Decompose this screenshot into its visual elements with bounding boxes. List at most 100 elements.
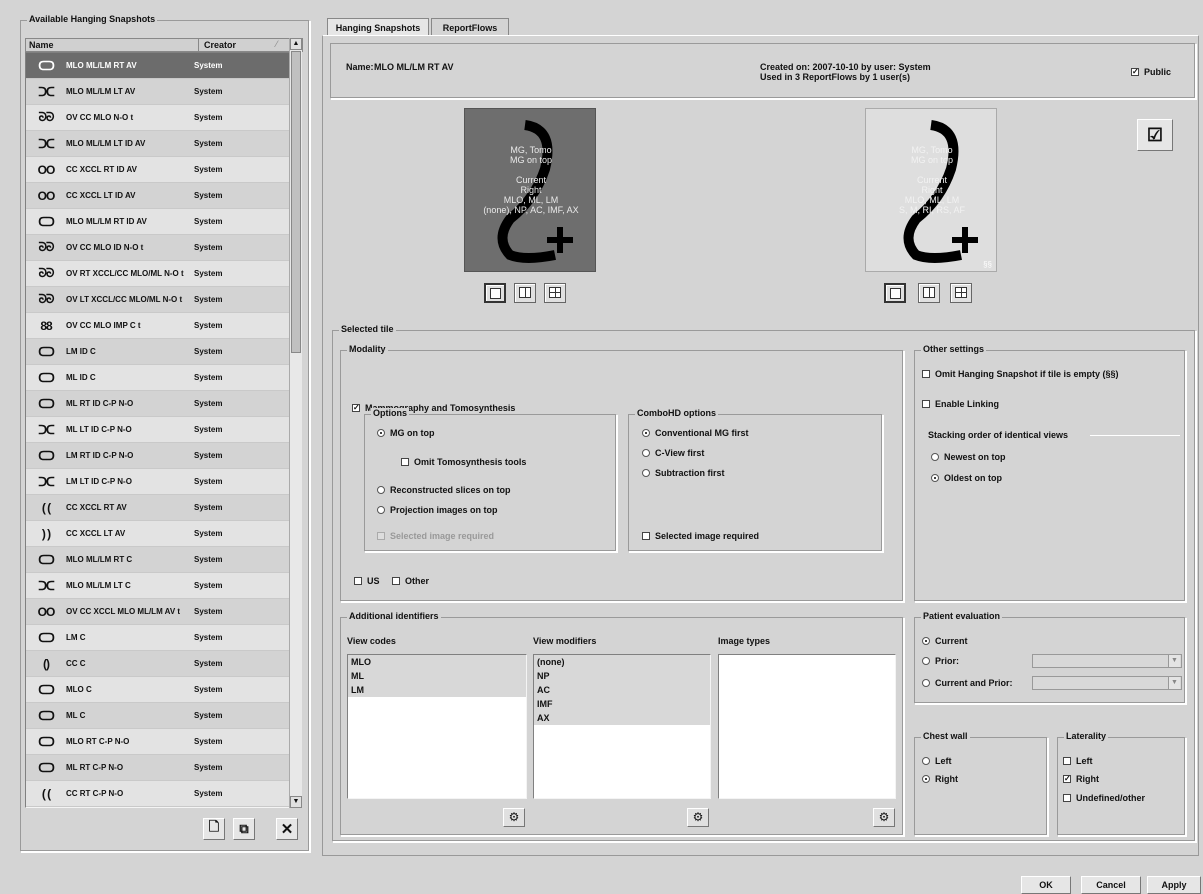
list-item[interactable]: ᑕᑐ ML C System <box>26 703 292 729</box>
layout-1x1-button[interactable] <box>884 283 906 303</box>
new-snapshot-button[interactable]: 🗋 <box>203 818 225 840</box>
tab-hanging-snapshots[interactable]: Hanging Snapshots <box>327 18 429 36</box>
delete-snapshot-button[interactable]: ✕ <box>276 818 298 840</box>
layout-1x2-button[interactable] <box>918 283 940 303</box>
omit-tomo-checkbox[interactable]: Omit Tomosynthesis tools <box>401 457 526 467</box>
snapshot-list[interactable]: ᑕᑐ MLO ML/LM RT AV System ᑐᑕ MLO ML/LM LT AV… <box>25 52 293 808</box>
enable-linking-checkbox[interactable]: Enable Linking <box>922 399 999 409</box>
list-item[interactable]: () CC C System <box>26 651 292 677</box>
list-item[interactable]: ᑕᑐ MLO ML/LM RT AV System <box>26 53 292 79</box>
conventional-mg-radio[interactable]: Conventional MG first <box>642 428 749 438</box>
scroll-up-button[interactable]: ▲ <box>290 38 302 50</box>
apply-button[interactable]: Apply <box>1147 876 1201 894</box>
list-item[interactable]: ᑐᑕ LM LT ID C-P N-O System <box>26 469 292 495</box>
snapshot-name: OV LT XCCL/CC MLO/ML N-O t <box>66 295 183 304</box>
list-item[interactable]: ( (CC XCCL RT AV System <box>26 495 292 521</box>
list-item[interactable]: ( (CC RT C-P N-O System <box>26 781 292 807</box>
projection-radio[interactable]: Projection images on top <box>377 505 498 515</box>
tile-2[interactable]: MG, Tomo MG on top Current Right MLO, ML, L… <box>865 108 997 272</box>
laterality-right-checkbox[interactable]: Right <box>1063 774 1099 784</box>
list-item[interactable]: OO CC XCCL RT ID AV System <box>26 157 292 183</box>
us-checkbox[interactable]: US <box>354 576 380 586</box>
chest-wall-right-radio[interactable]: Right <box>922 774 958 784</box>
recon-slices-radio[interactable]: Reconstructed slices on top <box>377 485 511 495</box>
view-codes-list[interactable]: MLO ML LM <box>347 654 527 799</box>
options-title: Options <box>371 408 409 418</box>
tool-settings-icon[interactable]: ☑ <box>1137 119 1173 151</box>
mg-on-top-radio[interactable]: MG on top <box>377 428 435 438</box>
other-settings-title: Other settings <box>921 344 987 354</box>
public-checkbox[interactable]: Public <box>1131 67 1171 77</box>
list-item[interactable]: ᘐᘐ OV CC MLO ID N-O t System <box>26 235 292 261</box>
list-item[interactable]: ᑕᑐ ML ID C System <box>26 365 292 391</box>
list-item[interactable]: ᑐᑕ MLO ML/LM LT ID AV System <box>26 131 292 157</box>
oldest-on-top-radio[interactable]: Oldest on top <box>931 473 1002 483</box>
current-and-prior-radio[interactable]: Current and Prior: <box>922 678 1013 688</box>
list-item[interactable]: NP <box>534 669 710 683</box>
combo-selected-image-checkbox[interactable]: Selected image required <box>642 531 759 541</box>
image-types-settings-icon[interactable]: ⚙ <box>873 808 895 827</box>
list-item[interactable]: ML <box>348 669 526 683</box>
view-codes-settings-icon[interactable]: ⚙ <box>503 808 525 827</box>
list-item[interactable]: ) ) CC XCCL LT AV System <box>26 521 292 547</box>
cancel-button[interactable]: Cancel <box>1081 876 1141 894</box>
list-item[interactable]: OO OV CC XCCL MLO ML/LM AV t System <box>26 599 292 625</box>
list-item[interactable]: IMF <box>534 697 710 711</box>
layout-2x2-button[interactable] <box>950 283 972 303</box>
omit-snapshot-checkbox[interactable]: Omit Hanging Snapshot if tile is empty (… <box>922 369 1119 379</box>
other-checkbox[interactable]: Other <box>392 576 429 586</box>
laterality-undefined-checkbox[interactable]: Undefined/other <box>1063 793 1145 803</box>
list-item[interactable]: ᘐᘐ OV LT XCCL/CC MLO/ML N-O t System <box>26 287 292 313</box>
list-scrollbar[interactable]: ▲ ▼ <box>289 38 302 808</box>
image-types-list[interactable] <box>718 654 896 799</box>
list-item[interactable]: ᑐᑕ MLO ML/LM LT AV System <box>26 79 292 105</box>
prior-dropdown[interactable]: ▼ <box>1032 654 1182 668</box>
list-item[interactable]: AX <box>534 711 710 725</box>
current-radio[interactable]: Current <box>922 636 968 646</box>
copy-snapshot-button[interactable]: ⧉ <box>233 818 255 840</box>
layout-1x1-button[interactable] <box>484 283 506 303</box>
ok-button[interactable]: OK <box>1021 876 1071 894</box>
current-and-prior-dropdown[interactable]: ▼ <box>1032 676 1182 690</box>
chest-wall-left-radio[interactable]: Left <box>922 756 952 766</box>
snapshot-name: CC XCCL LT ID AV <box>66 191 136 200</box>
tile-2-footnote: §§ <box>983 260 992 269</box>
list-item[interactable]: ᑐᑕ ML LT ID C-P N-O System <box>26 417 292 443</box>
tab-reportflows[interactable]: ReportFlows <box>431 18 509 36</box>
col-creator-header[interactable]: Creator <box>204 40 236 50</box>
col-name-header[interactable]: Name <box>29 40 54 50</box>
list-item[interactable]: 88 OV CC MLO IMP C t System <box>26 313 292 339</box>
scroll-thumb[interactable] <box>291 51 301 353</box>
tile-1[interactable]: MG, Tomo MG on top Current Right MLO, ML, L… <box>464 108 596 272</box>
list-item[interactable]: ᑕᑐ MLO ML/LM RT ID AV System <box>26 209 292 235</box>
list-item[interactable]: ᑕᑐ LM RT ID C-P N-O System <box>26 443 292 469</box>
scroll-down-button[interactable]: ▼ <box>290 796 302 808</box>
list-item[interactable]: ᑕᑐ MLO RT C-P N-O System <box>26 729 292 755</box>
list-item[interactable]: ᘐᘐ OV RT XCCL/CC MLO/ML N-O t System <box>26 261 292 287</box>
snapshot-creator: System <box>194 451 223 460</box>
view-thumbnail-icon: ᑕᑐ <box>38 682 55 697</box>
snapshot-name: ML ID C <box>66 373 96 382</box>
list-item[interactable]: ᑕᑐ MLO C System <box>26 677 292 703</box>
layout-1x2-button[interactable] <box>514 283 536 303</box>
list-item[interactable]: ᑕᑐ LM C System <box>26 625 292 651</box>
list-item[interactable]: ᑐᑕ MLO ML/LM LT C System <box>26 573 292 599</box>
laterality-left-checkbox[interactable]: Left <box>1063 756 1093 766</box>
list-item[interactable]: (none) <box>534 655 710 669</box>
prior-radio[interactable]: Prior: <box>922 656 959 666</box>
subtraction-first-radio[interactable]: Subtraction first <box>642 468 725 478</box>
cview-first-radio[interactable]: C-View first <box>642 448 704 458</box>
layout-2x2-button[interactable] <box>544 283 566 303</box>
list-item[interactable]: ᘐᘐ OV CC MLO N-O t System <box>26 105 292 131</box>
view-modifiers-list[interactable]: (none) NP AC IMF AX <box>533 654 711 799</box>
list-item[interactable]: OO CC XCCL LT ID AV System <box>26 183 292 209</box>
list-item[interactable]: ᑕᑐ LM ID C System <box>26 339 292 365</box>
list-item[interactable]: ᑕᑐ MLO ML/LM RT C System <box>26 547 292 573</box>
list-item[interactable]: LM <box>348 683 526 697</box>
list-item[interactable]: ᑕᑐ ML RT C-P N-O System <box>26 755 292 781</box>
view-modifiers-settings-icon[interactable]: ⚙ <box>687 808 709 827</box>
newest-on-top-radio[interactable]: Newest on top <box>931 452 1006 462</box>
list-item[interactable]: AC <box>534 683 710 697</box>
list-item[interactable]: MLO <box>348 655 526 669</box>
list-item[interactable]: ᑕᑐ ML RT ID C-P N-O System <box>26 391 292 417</box>
